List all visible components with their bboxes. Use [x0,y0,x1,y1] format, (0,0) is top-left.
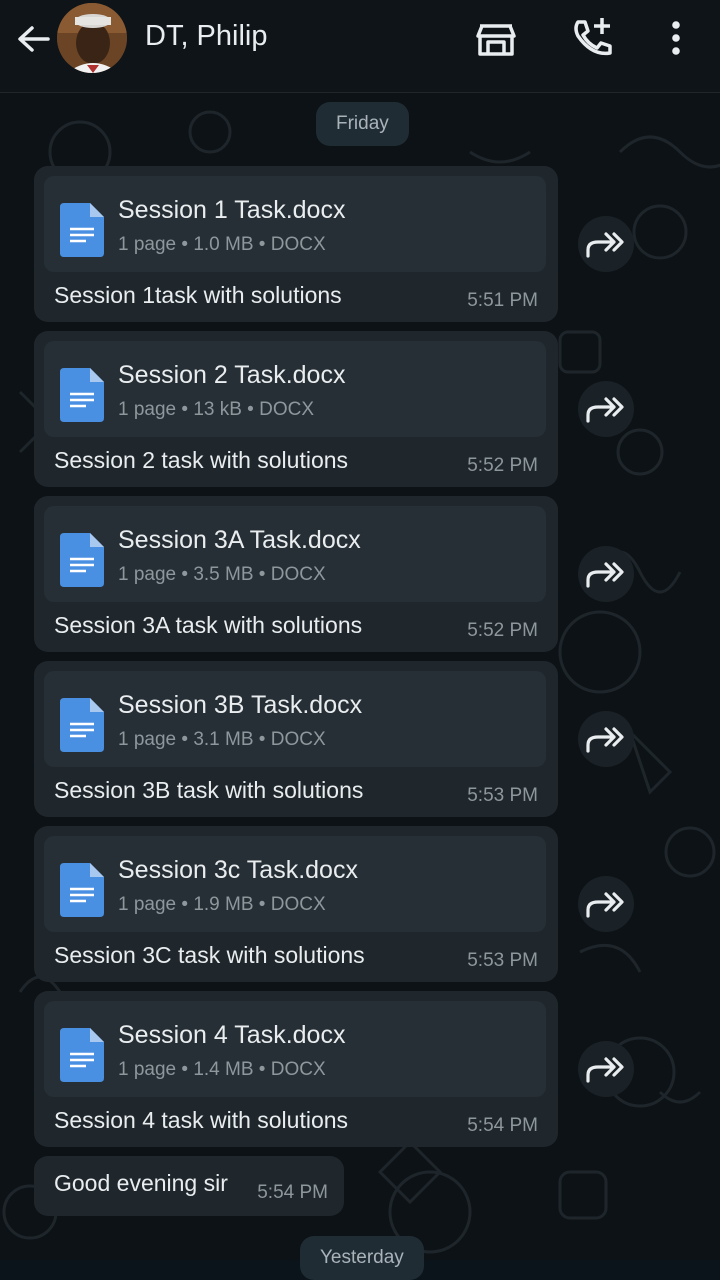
document-icon [60,368,104,422]
document-message[interactable]: Session 4 Task.docx 1 page • 1.4 MB • DO… [34,991,558,1147]
document-card[interactable]: Session 1 Task.docx 1 page • 1.0 MB • DO… [44,176,546,272]
forward-icon[interactable] [578,381,634,437]
message-time: 5:53 PM [467,785,538,806]
message-caption: Session 4 task with solutions [54,1107,349,1133]
document-message[interactable]: Session 2 Task.docx 1 page • 13 kB • DOC… [34,331,558,487]
message-text: Good evening sir [54,1170,228,1196]
document-card[interactable]: Session 3A Task.docx 1 page • 3.5 MB • D… [44,506,546,602]
file-meta: 1 page • 1.0 MB • DOCX [118,234,326,255]
file-name: Session 3c Task.docx [118,856,358,884]
message-time: 5:51 PM [467,290,538,311]
document-card[interactable]: Session 3c Task.docx 1 page • 1.9 MB • D… [44,836,546,932]
document-message[interactable]: Session 3c Task.docx 1 page • 1.9 MB • D… [34,826,558,982]
document-icon [60,1028,104,1082]
message-caption: Session 1task with solutions [54,282,342,308]
contact-avatar[interactable] [57,3,127,73]
message-caption: Session 3C task with solutions [54,942,365,968]
message-time: 5:52 PM [467,620,538,641]
forward-icon[interactable] [578,711,634,767]
file-meta: 1 page • 3.1 MB • DOCX [118,729,326,750]
add-call-icon[interactable] [570,16,614,60]
forward-icon[interactable] [578,216,634,272]
contact-name[interactable]: DT, Philip [145,20,268,53]
file-name: Session 3A Task.docx [118,526,361,554]
message-time: 5:54 PM [257,1182,328,1203]
file-name: Session 1 Task.docx [118,196,346,224]
forward-icon[interactable] [578,1041,634,1097]
text-message[interactable]: Good evening sir 5:54 PM [34,1156,344,1216]
document-icon [60,203,104,257]
message-time: 5:52 PM [467,455,538,476]
message-caption: Session 2 task with solutions [54,447,349,473]
file-meta: 1 page • 3.5 MB • DOCX [118,564,326,585]
file-name: Session 3B Task.docx [118,691,363,719]
file-meta: 1 page • 1.4 MB • DOCX [118,1059,326,1080]
document-card[interactable]: Session 2 Task.docx 1 page • 13 kB • DOC… [44,341,546,437]
document-icon [60,698,104,752]
date-divider: Friday [316,102,409,146]
document-message[interactable]: Session 1 Task.docx 1 page • 1.0 MB • DO… [34,166,558,322]
file-name: Session 2 Task.docx [118,361,346,389]
document-message[interactable]: Session 3A Task.docx 1 page • 3.5 MB • D… [34,496,558,652]
chat-header: DT, Philip [0,0,720,93]
document-icon [60,533,104,587]
document-message[interactable]: Session 3B Task.docx 1 page • 3.1 MB • D… [34,661,558,817]
forward-icon[interactable] [578,546,634,602]
message-caption: Session 3B task with solutions [54,777,364,803]
more-vert-icon[interactable] [654,16,698,60]
message-caption: Session 3A task with solutions [54,612,363,638]
back-arrow-icon[interactable] [14,20,54,60]
document-icon [60,863,104,917]
store-icon[interactable] [474,16,518,60]
file-name: Session 4 Task.docx [118,1021,346,1049]
date-divider: Yesterday [300,1236,424,1280]
document-card[interactable]: Session 3B Task.docx 1 page • 3.1 MB • D… [44,671,546,767]
message-time: 5:54 PM [467,1115,538,1136]
file-meta: 1 page • 1.9 MB • DOCX [118,894,326,915]
file-meta: 1 page • 13 kB • DOCX [118,399,315,420]
forward-icon[interactable] [578,876,634,932]
message-time: 5:53 PM [467,950,538,971]
document-card[interactable]: Session 4 Task.docx 1 page • 1.4 MB • DO… [44,1001,546,1097]
